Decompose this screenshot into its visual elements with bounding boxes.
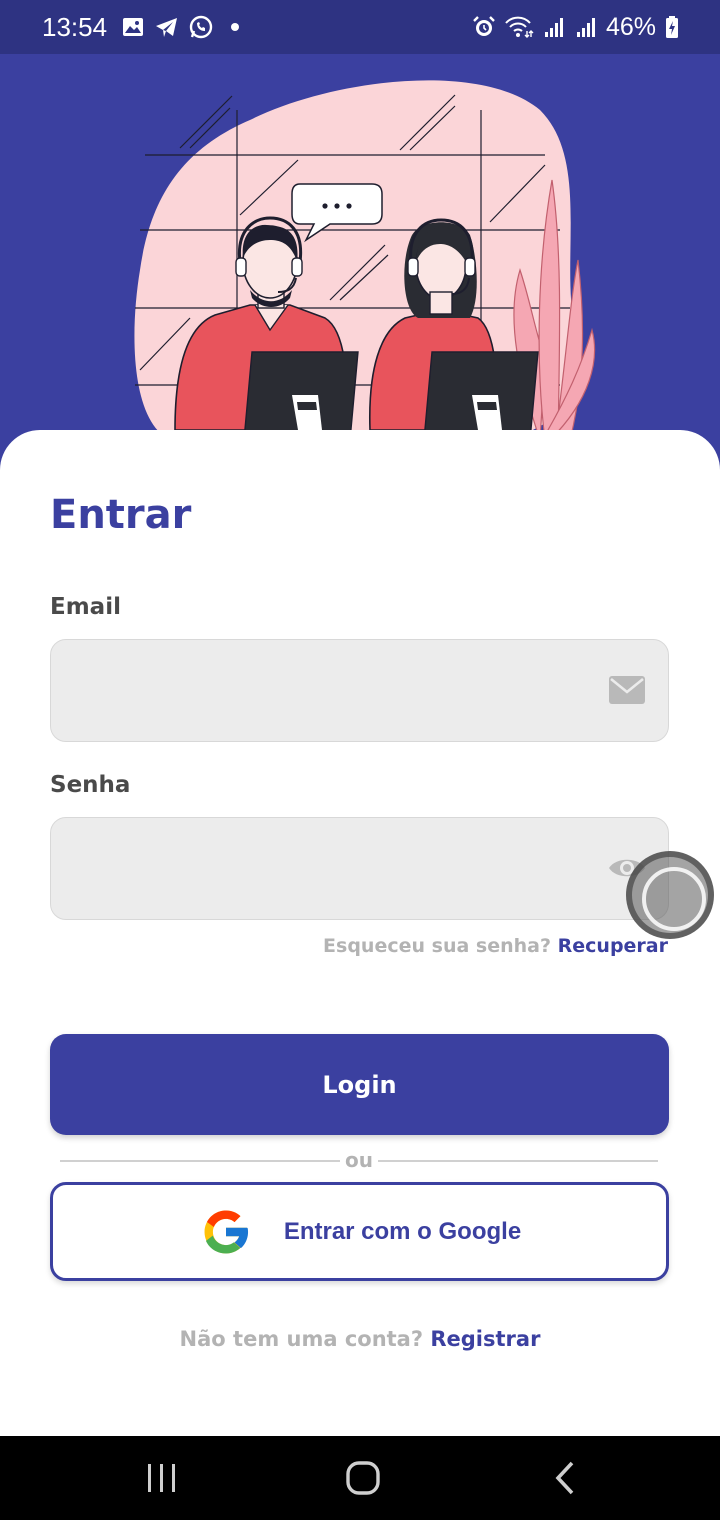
dot-icon — [223, 15, 247, 39]
system-icons: 46% — [472, 13, 680, 42]
password-label: Senha — [50, 772, 131, 798]
image-icon — [121, 15, 145, 39]
email-field-container — [50, 639, 669, 742]
divider-text: ou — [345, 1148, 373, 1172]
google-signin-button[interactable]: Entrar com o Google — [50, 1182, 669, 1281]
password-field-container — [50, 817, 669, 920]
system-nav-bar — [0, 1436, 720, 1520]
login-button[interactable]: Login — [50, 1034, 669, 1135]
envelope-icon — [608, 673, 646, 707]
battery-charging-icon — [664, 15, 680, 39]
telegram-icon — [155, 15, 179, 39]
alarm-icon — [472, 15, 496, 39]
status-time: 13:54 — [42, 11, 108, 42]
header-illustration: ... — [0, 54, 720, 454]
password-field[interactable] — [51, 818, 591, 919]
register-prompt: Não tem uma conta? Registrar — [0, 1327, 720, 1351]
or-divider: ou — [60, 1146, 658, 1176]
email-field[interactable] — [51, 640, 591, 741]
touch-indicator — [626, 851, 714, 939]
home-icon[interactable] — [341, 1458, 385, 1498]
notification-icons — [121, 15, 247, 39]
forgot-password-text: Esqueceu sua senha? — [323, 935, 552, 957]
battery-percentage: 46% — [605, 12, 656, 41]
recent-apps-icon[interactable] — [140, 1458, 184, 1498]
status-bar: 13:54 46% — [0, 0, 720, 54]
google-icon — [198, 1204, 254, 1260]
email-label: Email — [50, 594, 121, 620]
recover-link[interactable]: Recuperar — [558, 935, 668, 957]
signal-icon — [574, 15, 598, 39]
signal-icon — [542, 15, 566, 39]
register-link[interactable]: Registrar — [430, 1327, 540, 1351]
wifi-icon — [504, 15, 534, 39]
back-icon[interactable] — [544, 1458, 588, 1498]
page-title: Entrar — [50, 492, 192, 538]
register-text: Não tem uma conta? — [179, 1327, 424, 1351]
whatsapp-icon — [189, 15, 213, 39]
google-button-label: Entrar com o Google — [283, 1217, 522, 1245]
support-agents-illustration — [134, 80, 596, 442]
forgot-password: Esqueceu sua senha? Recuperar — [323, 935, 668, 957]
login-card: Entrar Email Senha Esqueceu sua senha? R… — [0, 430, 720, 1436]
